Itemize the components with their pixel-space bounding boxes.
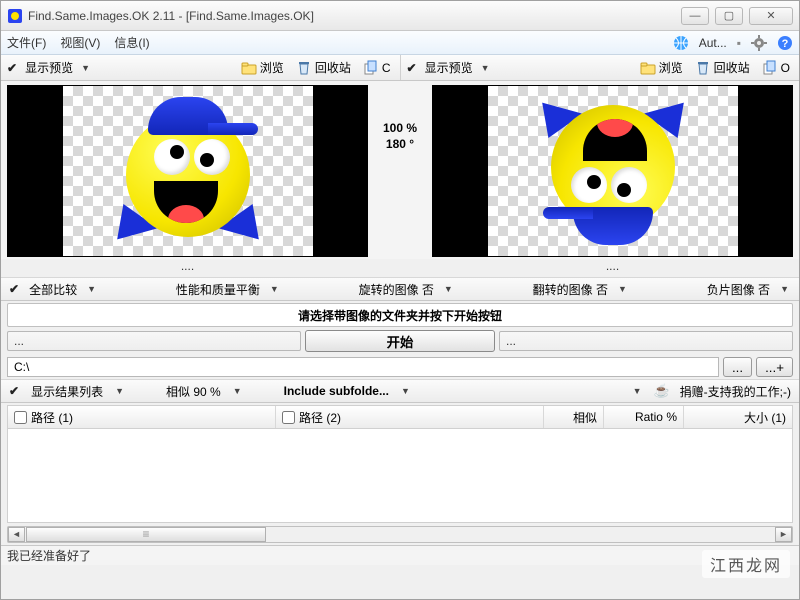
folder-field-left[interactable]: ...	[7, 331, 301, 351]
checkmark-icon: ✔	[9, 384, 19, 398]
window-controls: — ▢ ✕	[681, 7, 793, 25]
watermark: 江西龙网	[702, 550, 790, 578]
scroll-right-button[interactable]: ►	[775, 527, 792, 542]
column-path1[interactable]: 路径 (1)	[8, 406, 276, 428]
chevron-down-icon[interactable]: ▼	[633, 386, 642, 396]
option-perf-quality[interactable]: 性能和质量平衡	[176, 281, 260, 298]
menubar: 文件(F) 视图(V) 信息(I) Aut... ▪ ?	[1, 31, 799, 55]
option-flipped-images[interactable]: 翻转的图像 否	[533, 281, 608, 298]
preview-toolbar-left: ✔ 显示预览 ▼ 浏览 回收站 C	[1, 55, 401, 80]
compare-options-row: ✔ 全部比较 ▼ 性能和质量平衡 ▼ 旋转的图像 否 ▼ 翻转的图像 否 ▼ 负…	[1, 277, 799, 301]
menu-view[interactable]: 视图(V)	[60, 34, 100, 51]
column-similar[interactable]: 相似	[544, 406, 604, 428]
donate-link[interactable]: 捐赠-支持我的工作;-)	[680, 383, 791, 400]
browse-button-left[interactable]: 浏览	[238, 58, 287, 77]
chevron-down-icon[interactable]: ▼	[270, 284, 279, 294]
zoom-value: 100 %	[383, 121, 417, 135]
close-button[interactable]: ✕	[749, 7, 793, 25]
path-input[interactable]: C:\	[7, 357, 719, 377]
chevron-down-icon[interactable]: ▼	[444, 284, 453, 294]
browse-path-button[interactable]: ...	[723, 357, 752, 377]
select-all-checkbox-1[interactable]	[14, 411, 27, 424]
add-path-button[interactable]: ...+	[756, 357, 793, 377]
copy-icon	[363, 60, 379, 76]
folder-icon	[640, 60, 656, 76]
menu-info[interactable]: 信息(I)	[114, 34, 149, 51]
filename-left: ....	[1, 259, 374, 277]
checkmark-icon: ✔	[407, 61, 417, 75]
filename-right: ....	[426, 259, 799, 277]
preview-image-left	[63, 86, 313, 256]
minimize-button[interactable]: —	[681, 7, 709, 25]
recycle-bin-button-left[interactable]: 回收站	[293, 58, 354, 77]
checkmark-icon: ✔	[9, 282, 19, 296]
horizontal-scrollbar[interactable]: ◄ ≡ ►	[7, 526, 793, 543]
maximize-button[interactable]: ▢	[715, 7, 743, 25]
folder-field-right[interactable]: ...	[499, 331, 793, 351]
filter-similarity[interactable]: 相似 90 %	[166, 383, 221, 400]
preview-toolbar-right: ✔ 显示预览 ▼ 浏览 回收站 O	[401, 55, 800, 80]
results-filter-row: ✔ 显示结果列表 ▼ 相似 90 % ▼ Include subfolde...…	[1, 379, 799, 403]
chevron-down-icon[interactable]: ▼	[780, 284, 789, 294]
column-ratio[interactable]: Ratio %	[604, 406, 684, 428]
option-negative-images[interactable]: 负片图像 否	[707, 281, 770, 298]
recycle-bin-button-right[interactable]: 回收站	[692, 58, 753, 77]
window-title: Find.Same.Images.OK 2.11 - [Find.Same.Im…	[28, 9, 681, 23]
chevron-down-icon[interactable]: ▼	[481, 63, 490, 73]
filter-include-subfolders[interactable]: Include subfolde...	[284, 384, 389, 398]
preview-pane-left[interactable]	[7, 85, 368, 257]
instruction-bar: 请选择带图像的文件夹并按下开始按钮	[7, 303, 793, 327]
chevron-down-icon[interactable]: ▼	[233, 386, 242, 396]
start-button[interactable]: 开始	[305, 330, 495, 352]
rotation-value: 180 °	[386, 137, 414, 151]
preview-area: 100 % 180 °	[1, 81, 799, 259]
column-size1[interactable]: 大小 (1)	[684, 406, 792, 428]
preview-image-right	[488, 86, 738, 256]
gear-icon[interactable]	[751, 35, 767, 51]
status-text: 我已经准备好了	[7, 547, 91, 564]
preview-pane-right[interactable]	[432, 85, 793, 257]
show-preview-label-left[interactable]: 显示预览	[25, 59, 73, 76]
scrollbar-thumb[interactable]: ≡	[26, 527, 266, 542]
select-all-checkbox-2[interactable]	[282, 411, 295, 424]
recycle-bin-icon	[695, 60, 711, 76]
path-row: C:\ ... ...+	[1, 355, 799, 379]
chevron-down-icon[interactable]: ▼	[401, 386, 410, 396]
menu-auto[interactable]: Aut...	[699, 36, 727, 50]
folder-select-row: ... 开始 ...	[1, 327, 799, 355]
svg-text:?: ?	[782, 38, 789, 50]
chevron-down-icon[interactable]: ▼	[618, 284, 627, 294]
chevron-down-icon[interactable]: ▼	[81, 63, 90, 73]
app-icon	[7, 8, 23, 24]
open-icon	[762, 60, 778, 76]
help-icon[interactable]: ?	[777, 35, 793, 51]
scroll-left-button[interactable]: ◄	[8, 527, 25, 542]
menu-file[interactable]: 文件(F)	[7, 34, 46, 51]
chevron-down-icon[interactable]: ▼	[115, 386, 124, 396]
chevron-down-icon[interactable]: ▼	[87, 284, 96, 294]
browse-button-right[interactable]: 浏览	[637, 58, 686, 77]
show-preview-label-right[interactable]: 显示预览	[425, 59, 473, 76]
globe-icon[interactable]	[673, 35, 689, 51]
copy-button-left[interactable]: C	[360, 59, 394, 77]
filename-row: .... ....	[1, 259, 799, 277]
checkmark-icon: ✔	[7, 61, 17, 75]
recycle-bin-icon	[296, 60, 312, 76]
option-compare-all[interactable]: 全部比较	[29, 281, 77, 298]
folder-icon	[241, 60, 257, 76]
zoom-rotation-panel: 100 % 180 °	[374, 81, 426, 259]
filter-show-results[interactable]: 显示结果列表	[31, 383, 103, 400]
status-bar: 我已经准备好了	[1, 545, 799, 565]
window-titlebar: Find.Same.Images.OK 2.11 - [Find.Same.Im…	[1, 1, 799, 31]
horizontal-scrollbar-wrap: ◄ ≡ ►	[1, 525, 799, 545]
open-button-right[interactable]: O	[759, 59, 793, 77]
preview-toolbar: ✔ 显示预览 ▼ 浏览 回收站 C ✔ 显示预览 ▼ 浏览 回收站	[1, 55, 799, 81]
column-path2[interactable]: 路径 (2)	[276, 406, 544, 428]
option-rotated-images[interactable]: 旋转的图像 否	[359, 281, 434, 298]
results-table-body[interactable]	[7, 429, 793, 523]
coffee-icon: ☕	[653, 383, 669, 399]
results-table-header: 路径 (1) 路径 (2) 相似 Ratio % 大小 (1)	[7, 405, 793, 429]
